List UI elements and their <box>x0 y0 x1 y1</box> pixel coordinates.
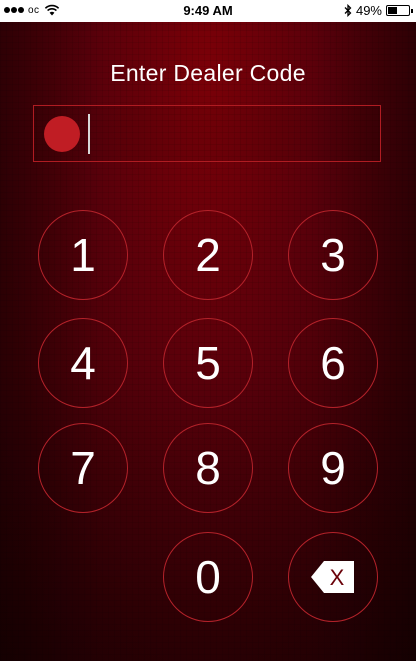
key-7[interactable]: 7 <box>38 423 128 513</box>
battery-percent: 49% <box>355 3 382 18</box>
backspace-button[interactable]: X <box>288 532 378 622</box>
key-8[interactable]: 8 <box>163 423 253 513</box>
battery-fill <box>388 7 398 14</box>
dealer-code-screen: oc 9:49 AM 49% Enter Dealer Code 1 2 3 4… <box>0 0 416 661</box>
key-9[interactable]: 9 <box>288 423 378 513</box>
key-2[interactable]: 2 <box>163 210 253 300</box>
bluetooth-icon <box>344 4 352 17</box>
key-5[interactable]: 5 <box>163 318 253 408</box>
key-4[interactable]: 4 <box>38 318 128 408</box>
key-6[interactable]: 6 <box>288 318 378 408</box>
key-3[interactable]: 3 <box>288 210 378 300</box>
key-0[interactable]: 0 <box>163 532 253 622</box>
backspace-icon: X <box>311 561 354 593</box>
numeric-keypad: 1 2 3 4 5 6 7 8 9 0 X <box>0 0 416 661</box>
status-bar: oc 9:49 AM 49% <box>0 0 416 22</box>
backspace-label: X <box>330 565 345 590</box>
key-1[interactable]: 1 <box>38 210 128 300</box>
battery-icon <box>386 5 413 16</box>
status-right: 49% <box>344 3 413 18</box>
